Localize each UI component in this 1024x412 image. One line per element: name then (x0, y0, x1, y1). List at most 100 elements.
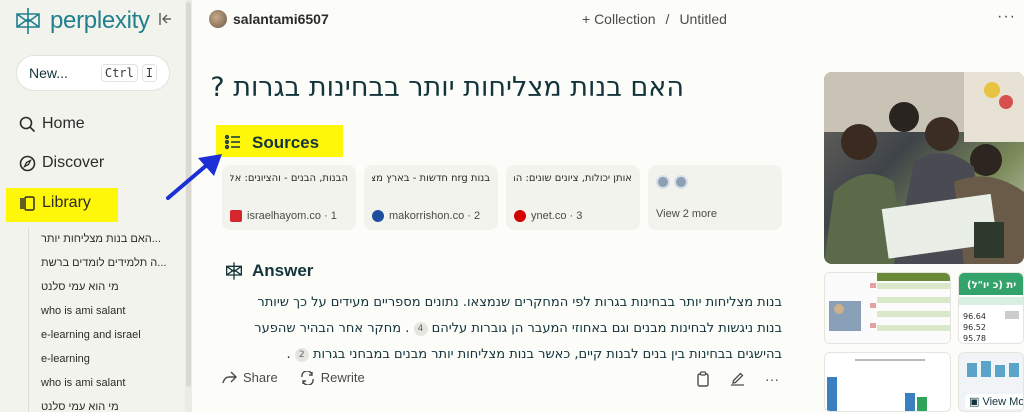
answer-secondary-actions: ··· (696, 371, 779, 387)
nav-discover-label: Discover (42, 154, 105, 171)
edit-icon[interactable] (730, 371, 745, 386)
nav-library[interactable]: Library (18, 194, 91, 212)
source-index: 2 (473, 210, 481, 222)
library-thread-list: האם בנות מצליחות יותר... ה תלמידים לומדי… (28, 228, 188, 412)
result-image-more[interactable]: ▣ View Mo (958, 352, 1024, 412)
ynet-favicon-icon (514, 210, 526, 222)
answer-line: בנות מצליחות יותר בבחינות בגרות לפי המחק… (257, 295, 782, 310)
source-domain-text: israelhayom.co (247, 210, 321, 222)
shortcut-key-i: I (141, 64, 157, 82)
perplexity-logo-icon (16, 8, 40, 34)
result-image-table[interactable] (824, 272, 951, 344)
rewrite-button[interactable]: Rewrite (300, 370, 365, 385)
answer-text: . מחקר אחר הבהיר שהפער (254, 321, 410, 336)
answer-heading-label: Answer (252, 261, 314, 280)
shortcut-key-ctrl: Ctrl (100, 64, 138, 82)
students-photo (824, 72, 1024, 264)
source-index: 3 (576, 210, 583, 222)
sources-heading-label: Sources (252, 133, 320, 152)
svg-text:96.64: 96.64 (963, 312, 986, 321)
answer-heading: Answer (224, 261, 313, 281)
nav-home[interactable]: Home (18, 115, 85, 133)
library-thread-item[interactable]: האם בנות מצליחות יותר... (29, 228, 188, 252)
answer-line: בהישגים בבחינות בין בנים לבנות קיים, כאש… (222, 342, 782, 368)
collapse-sidebar-icon[interactable] (158, 12, 176, 28)
nav-home-label: Home (42, 115, 85, 132)
source-snippet: בנות nrg חדשות - בארץ מצליחות יותר מבנים… (372, 173, 490, 184)
result-image-stats[interactable]: ית (כ יו"ל) 96.64 96.52 95.78 (958, 272, 1024, 344)
username: salantami6507 (233, 11, 329, 27)
answer-text: . (286, 347, 291, 362)
view-more-images-button[interactable]: ▣ View Mo (965, 394, 1024, 409)
perplexity-answer-icon (224, 261, 244, 281)
library-thread-item[interactable]: e-learning (29, 348, 188, 372)
result-image-chart[interactable] (824, 352, 951, 412)
sources-heading: Sources (224, 133, 319, 153)
source-domain: ynet.co · 3 (514, 210, 582, 222)
thread-name[interactable]: Untitled (679, 11, 726, 27)
breadcrumb-separator: / (665, 11, 670, 27)
source-card[interactable]: אותן יכולות, ציונים שונים: המחקר שבדק מד… (506, 165, 640, 230)
source-card[interactable]: הבנות, הבנים - והציונים: אלו פערי המגדר … (222, 165, 356, 230)
source-snippet: אותן יכולות, ציונים שונים: המחקר שבדק מד… (514, 173, 632, 184)
nav-discover[interactable]: Discover (18, 154, 104, 172)
more-sources-favicons (656, 175, 774, 189)
avatar (209, 10, 227, 28)
sources-list-icon (224, 133, 244, 153)
library-thread-item[interactable]: מי הוא עמי סלנט (29, 396, 188, 412)
shortcut-keys: Ctrl I (100, 64, 157, 82)
library-thread-item[interactable]: who is ami salant (29, 372, 188, 396)
search-icon (18, 115, 36, 133)
top-bar: salantami6507 + Collection / Untitled ··… (193, 0, 1024, 40)
israelhayom-favicon-icon (230, 210, 242, 222)
thread-title: האם בנות מצליחות יותר בבחינות בגרות ? (210, 72, 684, 103)
view-more-images-label: View Mo (982, 396, 1024, 408)
sidebar-scrollbar[interactable] (185, 0, 192, 412)
library-icon (18, 194, 36, 212)
source-domain: makorrishon.co · 2 (372, 210, 480, 222)
answer-text: בהישגים בבחינות בין בנים לבנות קיים, כאש… (312, 347, 782, 362)
copy-icon[interactable] (696, 371, 710, 387)
compass-icon (18, 154, 36, 172)
answer-line: בנות ניגשות לבחינות מבנים וגם באחוזי המע… (222, 316, 782, 342)
source-domain-text: ynet.co (531, 210, 567, 222)
logo[interactable]: perplexity (14, 6, 150, 36)
source-domain-text: makorrishon.co (389, 210, 465, 222)
rewrite-label: Rewrite (320, 370, 365, 385)
stats-thumbnail: ית (כ יו"ל) 96.64 96.52 95.78 (959, 273, 1023, 343)
more-options-icon[interactable]: ··· (997, 8, 1016, 26)
source-index: 1 (330, 210, 337, 222)
source-domain: israelhayom.co · 1 (230, 210, 337, 222)
share-icon (222, 371, 237, 384)
new-thread-label: New... (29, 65, 68, 81)
library-thread-item[interactable]: ה תלמידים לומדים ברשת... (29, 252, 188, 276)
share-label: Share (243, 370, 278, 385)
user-profile[interactable]: salantami6507 (209, 10, 329, 28)
nav-library-label: Library (42, 194, 91, 211)
citation-badge[interactable]: 4 (413, 321, 428, 336)
source-snippet: הבנות, הבנים - והציונים: אלו פערי המגדר … (230, 173, 348, 184)
chart-thumbnail (825, 353, 950, 411)
answer-text: בנות ניגשות לבחינות מבנים וגם באחוזי המע… (431, 321, 782, 336)
result-image-main[interactable] (824, 72, 1024, 264)
add-to-collection-button[interactable]: + Collection (582, 11, 656, 27)
answer-body: בנות מצליחות יותר בבחינות בגרות לפי המחק… (222, 290, 782, 368)
new-thread-button[interactable]: New... Ctrl I (16, 55, 170, 91)
library-thread-item[interactable]: e-learning and israel (29, 324, 188, 348)
share-button[interactable]: Share (222, 370, 278, 385)
makorrishon-favicon-icon (372, 210, 384, 222)
brand-name: perplexity (50, 7, 150, 34)
stats-tag: ית (כ יו"ל) (967, 280, 1016, 291)
sidebar: perplexity New... Ctrl I Home Discover L… (0, 0, 192, 412)
library-thread-item[interactable]: who is ami salant (29, 300, 188, 324)
image-icon: ▣ (969, 396, 983, 408)
annotation-arrow-icon (166, 154, 222, 200)
more-actions-icon[interactable]: ··· (765, 371, 779, 387)
view-more-label: View 2 more (656, 208, 717, 220)
source-card[interactable]: בנות nrg חדשות - בארץ מצליחות יותר מבנים… (364, 165, 498, 230)
citation-badge[interactable]: 2 (294, 347, 309, 362)
library-thread-item[interactable]: מי הוא עמי סלנט (29, 276, 188, 300)
answer-actions: Share Rewrite (222, 370, 387, 385)
view-more-sources-card[interactable]: View 2 more (648, 165, 782, 230)
svg-text:96.52: 96.52 (963, 323, 986, 332)
